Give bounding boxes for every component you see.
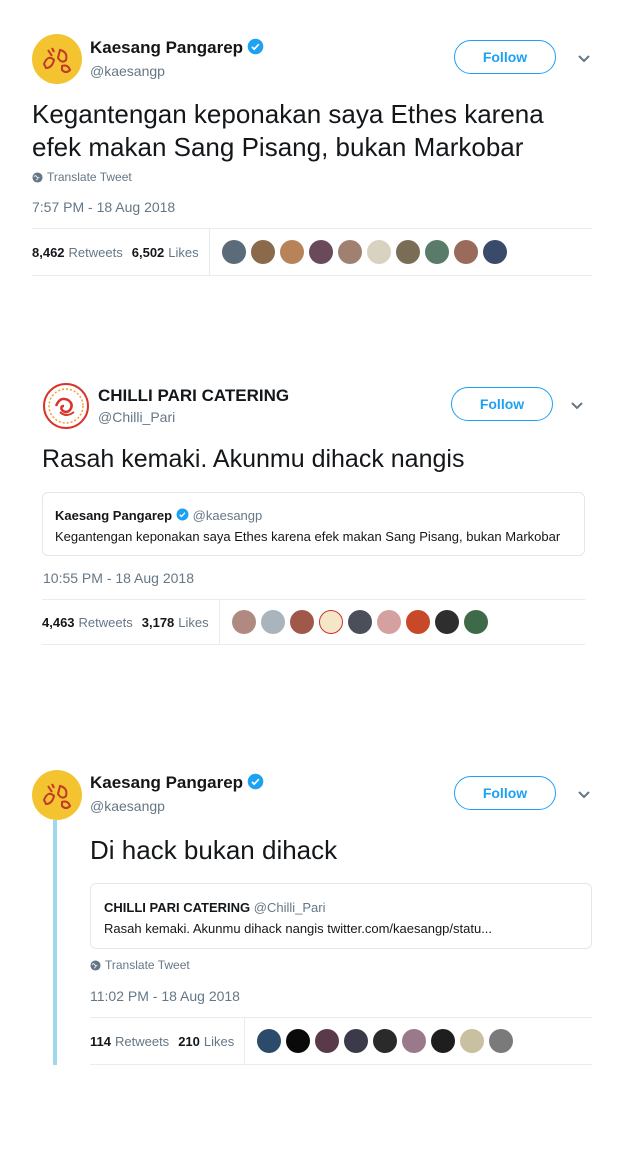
tweet-2: CHILLI PARI CATERING @Chilli_Pari Follow… bbox=[0, 370, 626, 660]
avatar[interactable] bbox=[42, 382, 90, 430]
avatar[interactable] bbox=[32, 770, 82, 820]
timestamp[interactable]: 10:55 PM - 18 Aug 2018 bbox=[43, 570, 194, 586]
like-count[interactable]: 3,178 bbox=[142, 615, 175, 630]
tweet-text-line-1: Kegantengan keponakan saya Ethes karena bbox=[32, 99, 544, 129]
liker-avatar[interactable] bbox=[279, 240, 304, 264]
quoted-text: Kegantengan keponakan saya Ethes karena … bbox=[55, 529, 561, 544]
chevron-down-icon[interactable] bbox=[569, 398, 585, 414]
verified-badge-icon bbox=[176, 508, 189, 521]
like-label[interactable]: Likes bbox=[178, 615, 208, 630]
liker-avatar[interactable] bbox=[289, 610, 314, 634]
liker-avatar[interactable] bbox=[463, 610, 488, 634]
follow-button[interactable]: Follow bbox=[454, 40, 556, 74]
liker-avatar[interactable] bbox=[434, 610, 459, 634]
verified-badge-icon bbox=[247, 773, 264, 790]
stat-counts: 114 Retweets 210 Likes bbox=[90, 1018, 246, 1064]
retweet-label[interactable]: Retweets bbox=[69, 245, 123, 260]
liker-avatar[interactable] bbox=[373, 1029, 398, 1053]
liker-avatar[interactable] bbox=[460, 1029, 485, 1053]
timestamp[interactable]: 11:02 PM - 18 Aug 2018 bbox=[90, 988, 240, 1004]
retweet-count[interactable]: 114 bbox=[90, 1034, 111, 1049]
follow-button[interactable]: Follow bbox=[454, 776, 556, 810]
liker-avatar[interactable] bbox=[424, 240, 449, 264]
liker-avatar[interactable] bbox=[308, 240, 333, 264]
retweet-count[interactable]: 4,463 bbox=[42, 615, 75, 630]
liker-avatar[interactable] bbox=[453, 240, 478, 264]
timestamp[interactable]: 7:57 PM - 18 Aug 2018 bbox=[32, 199, 175, 215]
liker-avatar[interactable] bbox=[482, 240, 507, 264]
liker-avatar[interactable] bbox=[376, 610, 401, 634]
retweet-count[interactable]: 8,462 bbox=[32, 245, 65, 260]
author-handle[interactable]: @kaesangp bbox=[90, 63, 165, 79]
like-label[interactable]: Likes bbox=[168, 245, 198, 260]
liker-avatar[interactable] bbox=[318, 610, 343, 634]
liker-avatar[interactable] bbox=[260, 610, 285, 634]
liker-avatars bbox=[245, 1029, 518, 1053]
author-name[interactable]: Kaesang Pangarep bbox=[90, 773, 264, 793]
translate-tweet-link[interactable]: Translate Tweet bbox=[90, 958, 190, 972]
translate-label: Translate Tweet bbox=[105, 958, 190, 972]
liker-avatar[interactable] bbox=[250, 240, 275, 264]
globe-icon bbox=[32, 171, 43, 183]
liker-avatar[interactable] bbox=[347, 610, 372, 634]
author-name[interactable]: CHILLI PARI CATERING bbox=[98, 386, 289, 406]
liker-avatar[interactable] bbox=[489, 1029, 514, 1053]
liker-avatar[interactable] bbox=[286, 1029, 311, 1053]
engagement-bar: 8,462 Retweets 6,502 Likes bbox=[32, 228, 592, 276]
quoted-author-handle: @kaesangp bbox=[192, 508, 263, 523]
author-handle[interactable]: @Chilli_Pari bbox=[98, 409, 175, 425]
liker-avatar[interactable] bbox=[366, 240, 391, 264]
quoted-author-name: CHILLI PARI CATERING bbox=[104, 900, 251, 915]
tweet-text-line-2: efek makan Sang Pisang, bukan Markobar bbox=[32, 132, 524, 162]
liker-avatar[interactable] bbox=[431, 1029, 456, 1053]
follow-button[interactable]: Follow bbox=[451, 387, 553, 421]
quoted-tweet[interactable]: CHILLI PARI CATERING @Chilli_Pari Rasah … bbox=[90, 883, 592, 949]
liker-avatar[interactable] bbox=[337, 240, 362, 264]
quoted-author-name: Kaesang Pangarep bbox=[55, 508, 173, 523]
chevron-down-icon[interactable] bbox=[576, 787, 592, 803]
liker-avatar[interactable] bbox=[405, 610, 430, 634]
verified-badge-icon bbox=[247, 38, 264, 55]
stat-counts: 8,462 Retweets 6,502 Likes bbox=[32, 229, 210, 275]
quoted-author[interactable]: Kaesang Pangarep @kaesangp bbox=[55, 508, 262, 523]
liker-avatars bbox=[220, 610, 493, 634]
quoted-author-handle: @Chilli_Pari bbox=[253, 900, 326, 915]
liker-avatar[interactable] bbox=[231, 610, 256, 634]
stat-counts: 4,463 Retweets 3,178 Likes bbox=[42, 600, 220, 644]
tweet-3: Kaesang Pangarep @kaesangp Follow Di hac… bbox=[0, 760, 626, 1090]
globe-icon bbox=[90, 959, 101, 971]
tweet-1: Kaesang Pangarep @kaesangp Follow Kegant… bbox=[0, 0, 626, 290]
tweet-text: Di hack bukan dihack bbox=[90, 835, 338, 865]
engagement-bar: 4,463 Retweets 3,178 Likes bbox=[42, 599, 585, 645]
liker-avatars bbox=[210, 240, 512, 264]
like-label[interactable]: Likes bbox=[204, 1034, 234, 1049]
author-handle[interactable]: @kaesangp bbox=[90, 798, 165, 814]
thread-line bbox=[53, 820, 57, 1065]
liker-avatar[interactable] bbox=[402, 1029, 427, 1053]
liker-avatar[interactable] bbox=[221, 240, 246, 264]
retweet-label[interactable]: Retweets bbox=[115, 1034, 169, 1049]
quoted-text: Rasah kemaki. Akunmu dihack nangis twitt… bbox=[104, 921, 493, 936]
avatar[interactable] bbox=[32, 34, 82, 84]
quoted-author[interactable]: CHILLI PARI CATERING @Chilli_Pari bbox=[104, 900, 325, 915]
liker-avatar[interactable] bbox=[395, 240, 420, 264]
translate-tweet-link[interactable]: Translate Tweet bbox=[32, 170, 132, 184]
chevron-down-icon[interactable] bbox=[576, 51, 592, 67]
liker-avatar[interactable] bbox=[344, 1029, 369, 1053]
liker-avatar[interactable] bbox=[257, 1029, 282, 1053]
translate-label: Translate Tweet bbox=[47, 170, 132, 184]
engagement-bar: 114 Retweets 210 Likes bbox=[90, 1017, 592, 1065]
tweet-text: Rasah kemaki. Akunmu dihack nangis bbox=[42, 445, 465, 473]
author-name[interactable]: Kaesang Pangarep bbox=[90, 38, 264, 58]
liker-avatar[interactable] bbox=[315, 1029, 340, 1053]
like-count[interactable]: 6,502 bbox=[132, 245, 165, 260]
quoted-tweet[interactable]: Kaesang Pangarep @kaesangp Kegantengan k… bbox=[42, 492, 585, 556]
retweet-label[interactable]: Retweets bbox=[79, 615, 133, 630]
like-count[interactable]: 210 bbox=[178, 1034, 200, 1049]
